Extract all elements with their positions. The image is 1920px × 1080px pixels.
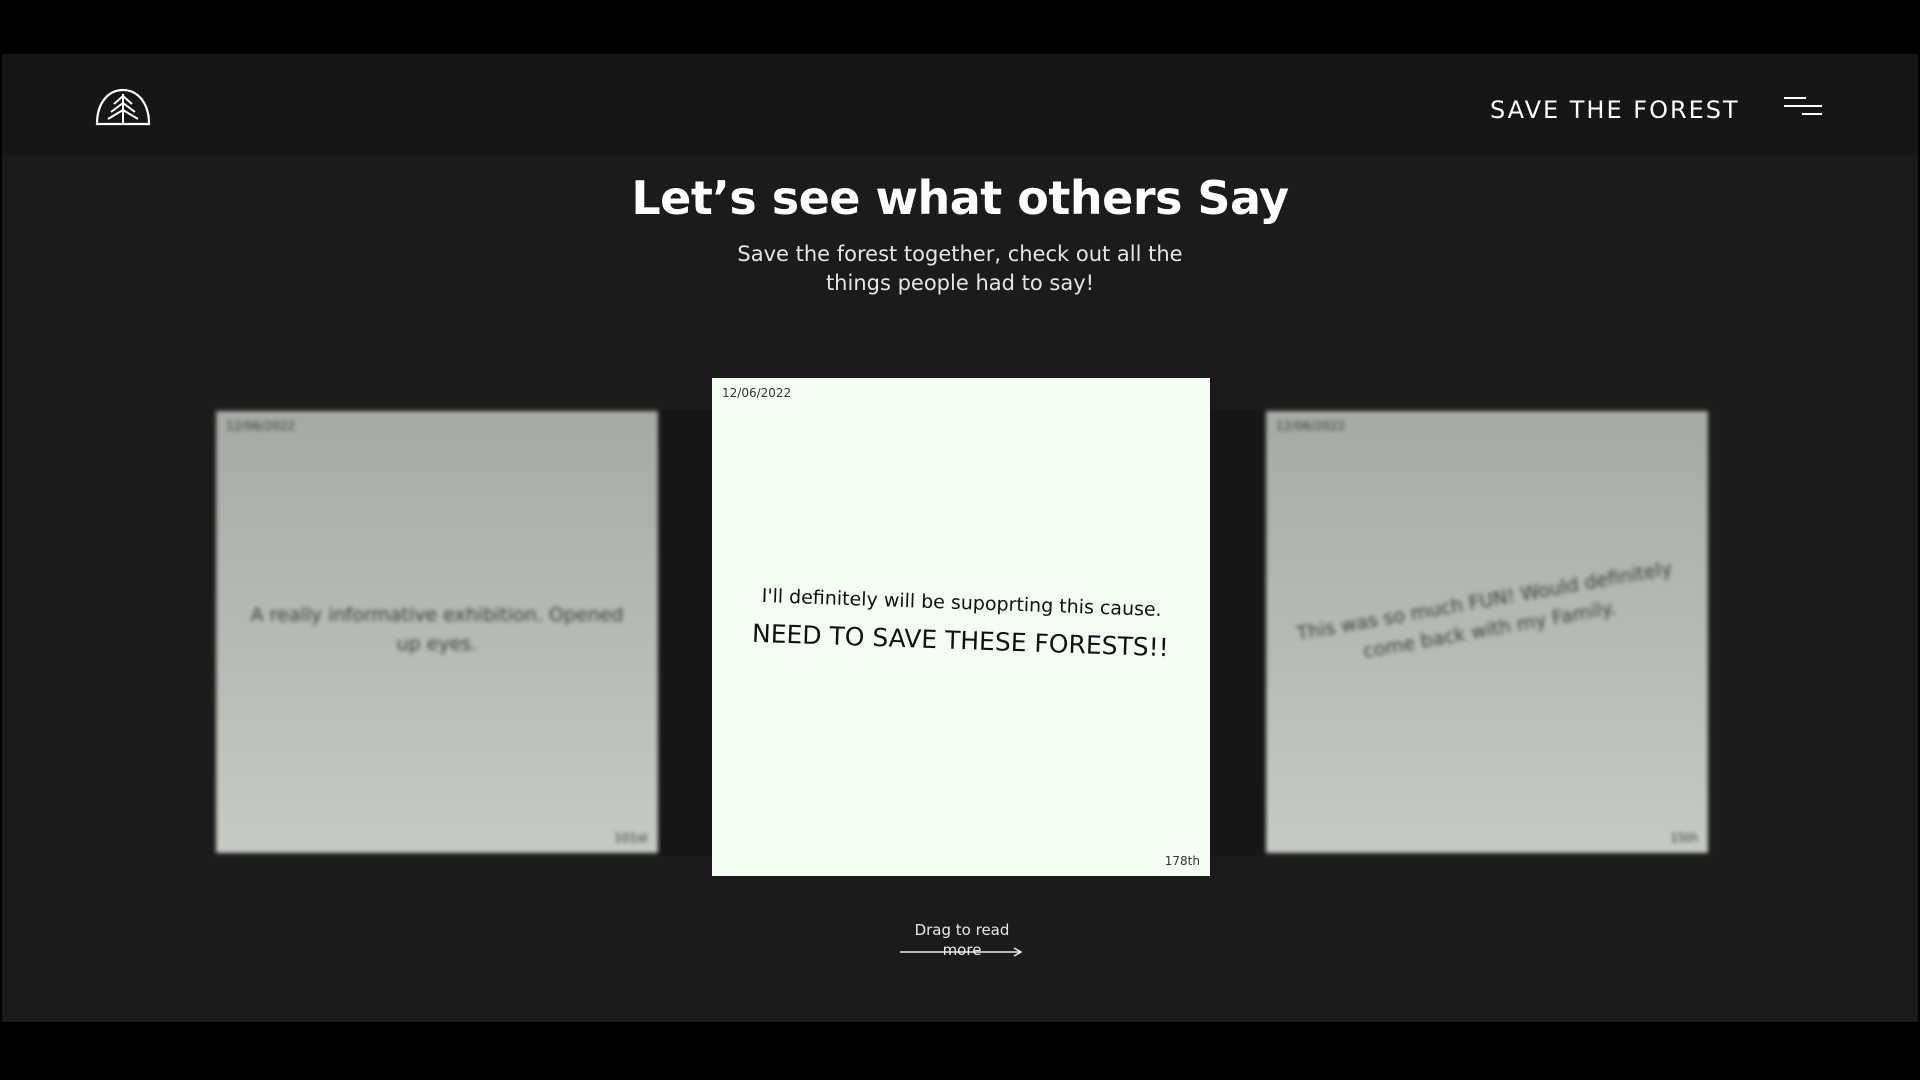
testimonial-card-right[interactable]: 12/06/2022 This was so much FUN! Would d… bbox=[1266, 411, 1708, 853]
hamburger-menu-icon[interactable] bbox=[1780, 94, 1824, 118]
testimonial-card-active[interactable]: 12/06/2022 I'll definitely will be supop… bbox=[712, 378, 1210, 876]
card-date: 12/06/2022 bbox=[226, 419, 296, 433]
letterbox-bottom bbox=[0, 1022, 1920, 1080]
testimonial-card-left[interactable]: 12/06/2022 A really informative exhibiti… bbox=[216, 411, 658, 853]
card-rank: 101st bbox=[614, 831, 648, 845]
letterbox-top bbox=[0, 0, 1920, 54]
card-message: A really informative exhibition. Opened … bbox=[250, 604, 624, 655]
card-date: 12/06/2022 bbox=[722, 386, 792, 400]
card-rank: 178th bbox=[1164, 854, 1200, 868]
brand-title[interactable]: SAVE THE FOREST bbox=[1490, 96, 1740, 124]
card-message-text: I'll definitely will be supoprting this … bbox=[761, 585, 1163, 621]
card-message-emphasis: NEED TO SAVE THESE FORESTS!! bbox=[751, 618, 1170, 663]
card-message: This was so much FUN! Would definitely c… bbox=[1294, 557, 1674, 663]
viewport: SAVE THE FOREST Let’s see what others Sa… bbox=[0, 0, 1920, 1080]
section-subtitle: Save the forest together, check out all … bbox=[737, 242, 1183, 295]
card-message: I'll definitely will be supoprting this … bbox=[729, 576, 1193, 670]
page: SAVE THE FOREST Let’s see what others Sa… bbox=[2, 54, 1918, 1022]
card-rank: 15th bbox=[1670, 831, 1698, 845]
header: SAVE THE FOREST bbox=[2, 54, 1918, 156]
card-date: 12/06/2022 bbox=[1276, 419, 1346, 433]
section-title: Let’s see what others Say bbox=[631, 171, 1289, 225]
arrow-right-icon bbox=[900, 944, 1024, 957]
tree-dome-icon[interactable] bbox=[94, 86, 152, 126]
